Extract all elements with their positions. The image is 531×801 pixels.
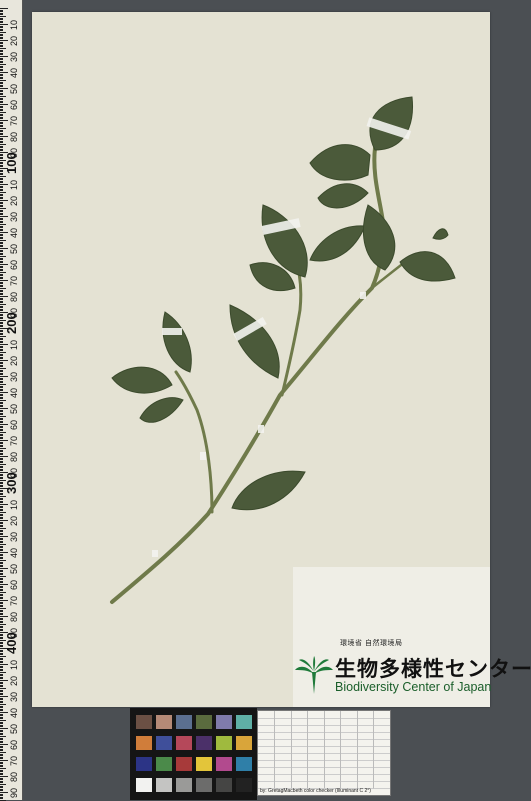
ruler-label: 40: [9, 67, 19, 78]
color-patch: [216, 757, 232, 771]
ruler-label: 90: [9, 787, 19, 798]
ruler-label: 70: [9, 755, 19, 766]
leaf: [309, 144, 371, 181]
leaf: [139, 397, 184, 423]
ruler-label: 80: [9, 451, 19, 462]
ruler-label: 60: [9, 739, 19, 750]
ruler-label: 10: [9, 339, 19, 350]
color-patch: [156, 778, 172, 792]
leaf: [309, 225, 366, 262]
ruler-label: 100: [4, 152, 19, 174]
color-patch: [196, 715, 212, 729]
color-patch: [196, 778, 212, 792]
ruler-label: 50: [9, 243, 19, 254]
leaf: [111, 366, 173, 394]
ruler-label: 80: [9, 611, 19, 622]
ruler-label: 60: [9, 579, 19, 590]
ruler-label: 50: [9, 83, 19, 94]
color-patch: [236, 778, 252, 792]
color-patch: [176, 736, 192, 750]
branch-stem: [174, 370, 214, 514]
leaf: [362, 204, 396, 271]
leaf: [231, 470, 306, 511]
ruler-label: 10: [9, 659, 19, 670]
ruler-label: 200: [4, 312, 19, 334]
ruler-label: 400: [4, 632, 19, 654]
ruler-label: 30: [9, 51, 19, 62]
ruler-label: 10: [9, 499, 19, 510]
ruler-label: 20: [9, 355, 19, 366]
calibration-credit: by: GretagMacbeth color checker (Illumin…: [260, 788, 371, 794]
mounting-tape: [200, 452, 206, 460]
color-checker-chart: [130, 708, 257, 800]
ruler-label: 40: [9, 547, 19, 558]
ruler-label: 70: [9, 275, 19, 286]
calibration-cell: [373, 781, 390, 789]
ruler-label: 50: [9, 723, 19, 734]
mounting-tape: [152, 550, 158, 557]
color-patch: [196, 736, 212, 750]
ruler-label: 70: [9, 115, 19, 126]
organization-name: 環境省 自然環境局: [340, 640, 403, 647]
color-patch: [156, 715, 172, 729]
color-patch: [136, 715, 152, 729]
leaf: [432, 228, 449, 240]
color-patch: [156, 757, 172, 771]
color-patch: [236, 757, 252, 771]
institution-label: 環境省 自然環境局 生物多様性センター Biodiversity Center …: [293, 567, 531, 707]
color-patch: [136, 757, 152, 771]
ruler-label: 60: [9, 419, 19, 430]
mounting-tape: [360, 292, 366, 299]
color-patch: [216, 715, 232, 729]
ruler-label: 20: [9, 35, 19, 46]
ruler-label: 30: [9, 531, 19, 542]
leaf: [229, 304, 280, 379]
leaf: [317, 183, 369, 209]
ruler-label: 80: [9, 291, 19, 302]
ruler-label: 70: [9, 435, 19, 446]
color-patch: [236, 736, 252, 750]
ruler-label: 50: [9, 403, 19, 414]
color-patch: [176, 757, 192, 771]
color-patch: [176, 715, 192, 729]
ruler-label: 30: [9, 691, 19, 702]
leaf: [162, 311, 192, 373]
ruler-label: 30: [9, 211, 19, 222]
color-patch: [136, 778, 152, 792]
ruler-label: 10: [9, 19, 19, 30]
ruler-label: 20: [9, 195, 19, 206]
plant-sprout-logo-icon: [295, 656, 333, 694]
leaf: [399, 251, 456, 282]
center-name-japanese: 生物多様性センター: [335, 657, 531, 681]
color-patch: [216, 736, 232, 750]
ruler-label: 40: [9, 227, 19, 238]
color-patch: [196, 757, 212, 771]
ruler-label: 60: [9, 99, 19, 110]
ruler-label: 80: [9, 131, 19, 142]
ruler-label: 60: [9, 259, 19, 270]
mounting-tape: [162, 328, 182, 335]
ruler-label: 70: [9, 595, 19, 606]
measurement-ruler: 10 20 30 40 50 60 70 80 90 100 10 20 30 40 50 60 70 80 90 2…: [0, 0, 23, 801]
mounting-tape: [258, 425, 264, 433]
color-patch: [156, 736, 172, 750]
center-name-english: Biodiversity Center of Japan: [335, 680, 492, 694]
color-patch: [216, 778, 232, 792]
ruler-label: 20: [9, 515, 19, 526]
ruler-label: 80: [9, 771, 19, 782]
color-patch: [176, 778, 192, 792]
color-calibration-table: [257, 710, 391, 796]
color-patch: [236, 715, 252, 729]
ruler-label: 30: [9, 371, 19, 382]
ruler-label: 40: [9, 707, 19, 718]
ruler-label: 40: [9, 387, 19, 398]
ruler-label: 10: [9, 179, 19, 190]
ruler-label: 50: [9, 563, 19, 574]
ruler-label: 20: [9, 675, 19, 686]
color-patch: [136, 736, 152, 750]
ruler-label: 300: [4, 472, 19, 494]
